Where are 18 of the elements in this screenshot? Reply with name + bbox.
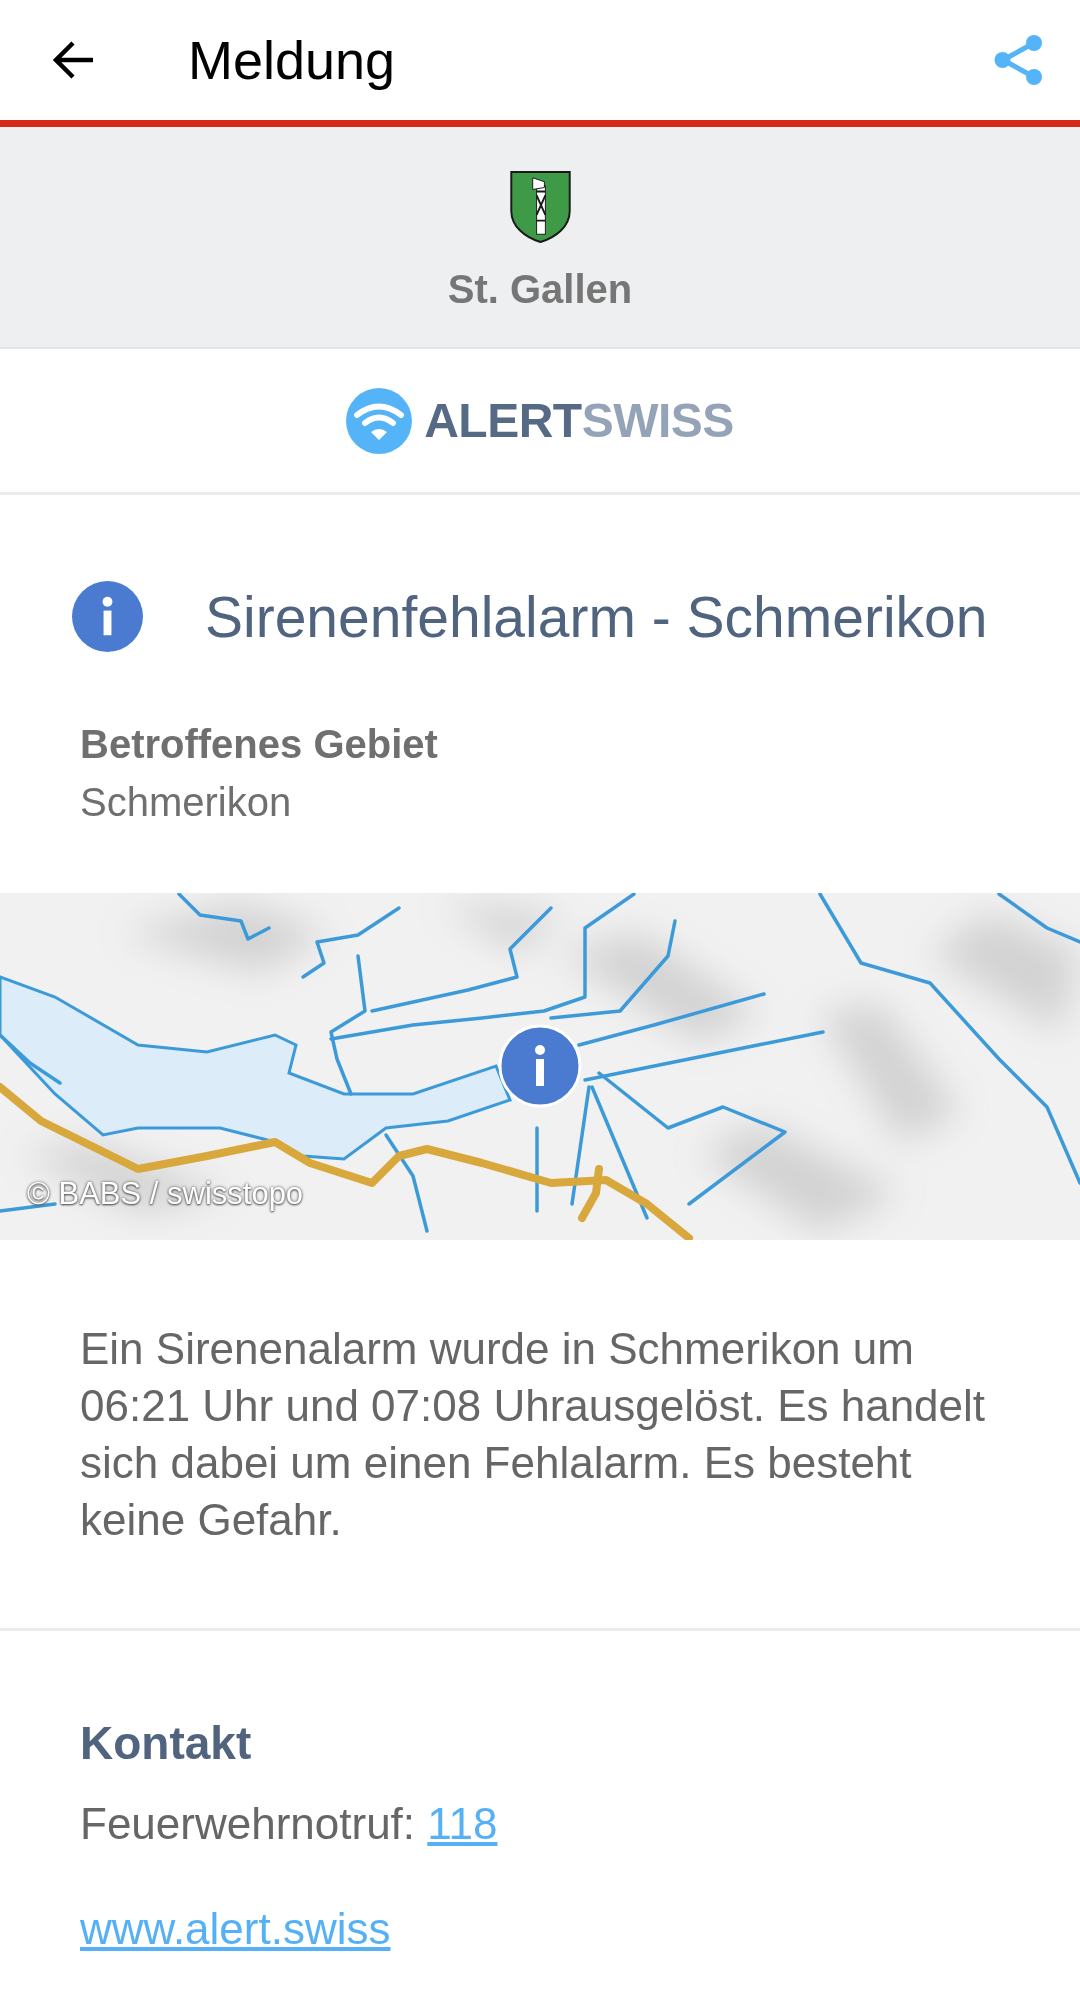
contact-heading: Kontakt — [80, 1716, 252, 1771]
region-name: St. Gallen — [447, 266, 633, 313]
logo-wordmark: ALERTSWISS — [424, 392, 734, 449]
map-attribution: © BABS / swisstopo — [27, 1176, 304, 1212]
phone-link[interactable]: 118 — [427, 1799, 498, 1848]
back-arrow-icon — [53, 41, 95, 79]
website-link[interactable]: www.alert.swiss — [80, 1901, 391, 1957]
info-icon — [72, 581, 143, 652]
area-name: Schmerikon — [80, 779, 292, 826]
area-label: Betroffenes Gebiet — [80, 721, 438, 768]
message-title: Sirenenfehlalarm - Schmerikon — [205, 583, 988, 651]
contact-line: Feuerwehrnotruf: 118 — [80, 1798, 498, 1850]
share-icon — [994, 35, 1042, 85]
message-text: Ein Sirenenalarm wurde in Schmerikon um 06:21 Uhr und 07:08 Uhrausgelöst. Es handelt sich dabei um einen Fehlalarm. Es besteht keine Gefahr. — [80, 1323, 987, 1546]
shield-icon — [508, 170, 572, 244]
wifi-logo-icon — [346, 387, 413, 454]
info-marker-icon — [498, 1024, 582, 1108]
screen-title: Meldung — [188, 29, 396, 92]
